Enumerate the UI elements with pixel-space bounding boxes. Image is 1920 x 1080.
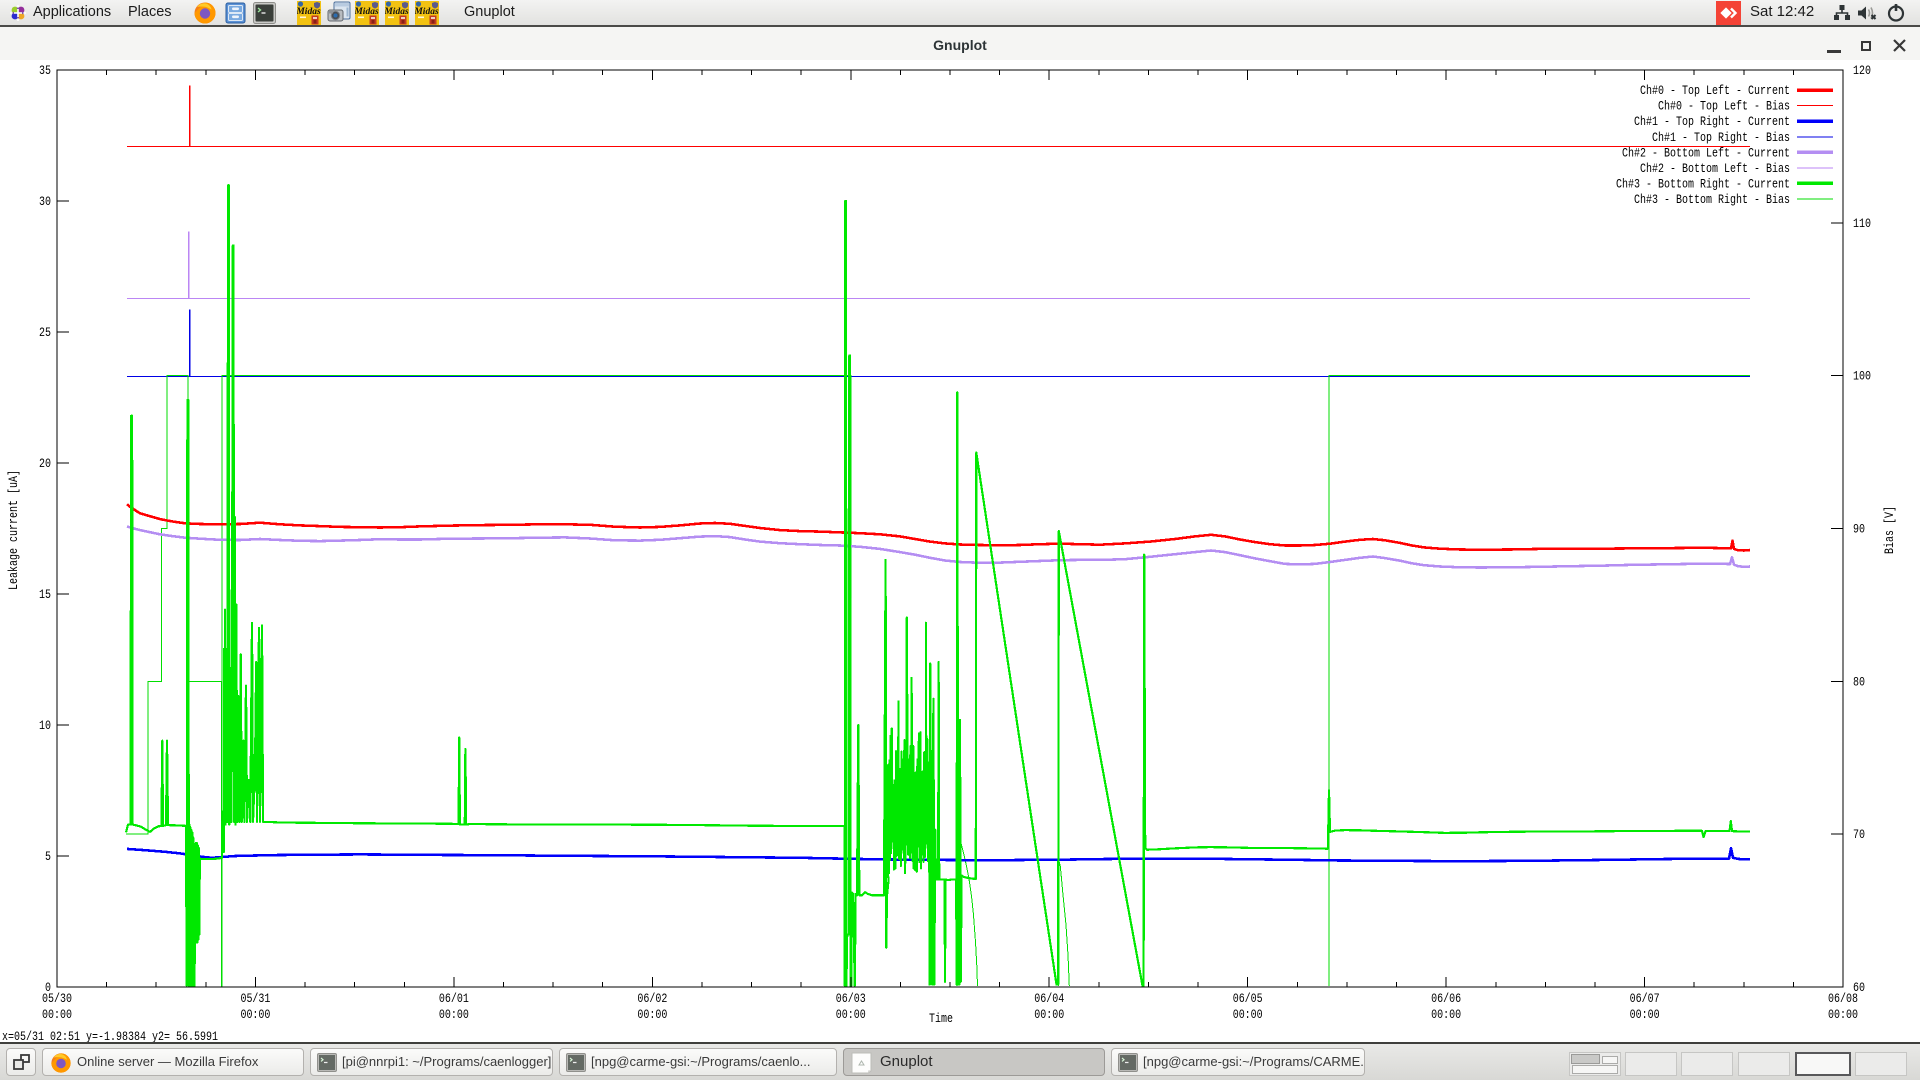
svg-text:06/08: 06/08 xyxy=(1828,992,1858,1006)
svg-text:06/06: 06/06 xyxy=(1431,992,1461,1006)
svg-text:06/04: 06/04 xyxy=(1034,992,1064,1006)
svg-text:Time: Time xyxy=(929,1012,953,1026)
svg-text:00:00: 00:00 xyxy=(1630,1008,1660,1022)
svg-text:100: 100 xyxy=(1853,370,1871,384)
svg-text:Ch#0 - Top Left - Current: Ch#0 - Top Left - Current xyxy=(1640,84,1790,98)
svg-text:00:00: 00:00 xyxy=(42,1008,72,1022)
svg-text:30: 30 xyxy=(39,195,51,209)
svg-text:80: 80 xyxy=(1853,675,1865,689)
svg-text:Ch#0 - Top Left - Bias: Ch#0 - Top Left - Bias xyxy=(1658,100,1790,114)
svg-text:05/30: 05/30 xyxy=(42,992,72,1006)
svg-text:00:00: 00:00 xyxy=(1034,1008,1064,1022)
svg-text:00:00: 00:00 xyxy=(1828,1008,1858,1022)
svg-text:20: 20 xyxy=(39,457,51,471)
svg-text:15: 15 xyxy=(39,588,51,602)
svg-text:00:00: 00:00 xyxy=(240,1008,270,1022)
svg-text:06/02: 06/02 xyxy=(637,992,667,1006)
svg-text:5: 5 xyxy=(45,850,51,864)
svg-text:00:00: 00:00 xyxy=(836,1008,866,1022)
svg-text:06/07: 06/07 xyxy=(1630,992,1660,1006)
svg-text:06/03: 06/03 xyxy=(836,992,866,1006)
svg-text:110: 110 xyxy=(1853,217,1871,231)
svg-text:Ch#3 - Bottom Right - Current: Ch#3 - Bottom Right - Current xyxy=(1616,177,1790,191)
svg-text:00:00: 00:00 xyxy=(1431,1008,1461,1022)
svg-text:Bias [V]: Bias [V] xyxy=(1883,506,1897,554)
svg-text:70: 70 xyxy=(1853,828,1865,842)
svg-text:90: 90 xyxy=(1853,523,1865,537)
svg-text:Ch#2 - Bottom Left - Bias: Ch#2 - Bottom Left - Bias xyxy=(1640,162,1790,176)
svg-text:00:00: 00:00 xyxy=(637,1008,667,1022)
svg-text:06/05: 06/05 xyxy=(1233,992,1263,1006)
svg-text:35: 35 xyxy=(39,64,51,78)
svg-text:06/01: 06/01 xyxy=(439,992,469,1006)
svg-text:00:00: 00:00 xyxy=(439,1008,469,1022)
svg-text:Leakage current [uA]: Leakage current [uA] xyxy=(7,470,21,590)
svg-text:Ch#1 - Top Right - Bias: Ch#1 - Top Right - Bias xyxy=(1652,131,1790,145)
svg-text:00:00: 00:00 xyxy=(1233,1008,1263,1022)
svg-text:120: 120 xyxy=(1853,64,1871,78)
svg-text:Ch#1 - Top Right - Current: Ch#1 - Top Right - Current xyxy=(1634,115,1790,129)
svg-text:Ch#3 - Bottom Right - Bias: Ch#3 - Bottom Right - Bias xyxy=(1634,193,1790,207)
svg-text:25: 25 xyxy=(39,326,51,340)
svg-text:10: 10 xyxy=(39,719,51,733)
svg-text:Ch#2 - Bottom Left - Current: Ch#2 - Bottom Left - Current xyxy=(1622,146,1790,160)
svg-text:05/31: 05/31 xyxy=(240,992,270,1006)
